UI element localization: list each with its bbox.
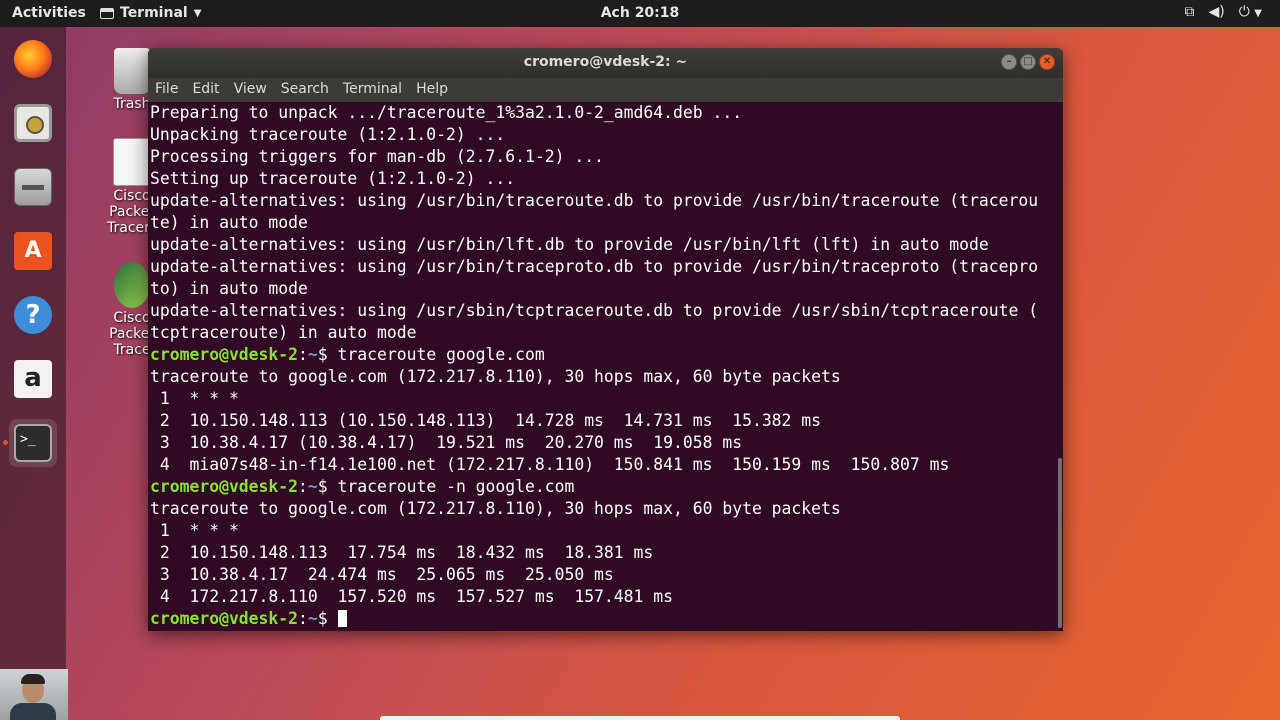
terminal-line: 2 10.150.148.113 17.754 ms 18.432 ms 18.… <box>150 543 654 562</box>
video-progress-bar <box>380 716 900 720</box>
command-input <box>328 609 338 628</box>
terminal-icon: >_ <box>14 424 52 462</box>
window-menubar: File Edit View Search Terminal Help <box>148 78 1063 102</box>
menu-help[interactable]: Help <box>409 78 455 102</box>
top-panel: Activities Terminal ▼ Ach 20:18 ⧉ ◀) ⏻ ▼ <box>0 0 1280 27</box>
chevron-down-icon: ▼ <box>193 7 202 19</box>
terminal-line: 3 10.38.4.17 24.474 ms 25.065 ms 25.050 … <box>150 565 614 584</box>
window-title: cromero@vdesk-2: ~ <box>523 54 688 70</box>
prompt-user: cromero@vdesk-2 <box>150 477 299 496</box>
prompt-separator: : <box>298 477 308 496</box>
document-icon <box>113 138 151 186</box>
prompt-separator: : <box>298 345 308 364</box>
terminal-line: to) in auto mode <box>150 279 308 298</box>
terminal-line: Processing triggers for man-db (2.7.6.1-… <box>150 147 604 166</box>
terminal-output[interactable]: Preparing to unpack .../traceroute_1%3a2… <box>150 102 1050 631</box>
prompt-path: ~ <box>307 477 318 496</box>
software-center-icon: A <box>14 232 52 270</box>
terminal-line: 4 172.217.8.110 157.520 ms 157.527 ms 15… <box>150 587 674 606</box>
terminal-line: Setting up traceroute (1:2.1.0-2) ... <box>150 169 516 188</box>
text-cursor <box>337 610 347 627</box>
network-icon[interactable]: ⧉ <box>1185 4 1195 20</box>
packet-tracer-icon <box>114 262 150 308</box>
app-menu-label: Terminal <box>120 5 188 21</box>
terminal-line: update-alternatives: using /usr/bin/trac… <box>150 191 1039 210</box>
terminal-line: 2 10.150.148.113 (10.150.148.113) 14.728… <box>150 411 822 430</box>
dock-software-center[interactable]: A <box>9 227 57 275</box>
terminal-prompt-line: cromero@vdesk-2:~$ traceroute google.com <box>150 344 1050 366</box>
maximize-icon[interactable]: □ <box>1020 54 1036 70</box>
menu-file[interactable]: File <box>148 78 185 102</box>
dock-terminal[interactable]: >_ <box>9 419 57 467</box>
menu-terminal[interactable]: Terminal <box>336 78 409 102</box>
activities-button[interactable]: Activities <box>12 5 86 21</box>
menu-edit[interactable]: Edit <box>185 78 226 102</box>
dock-rhythmbox[interactable] <box>9 99 57 147</box>
dock-amazon[interactable]: a <box>9 355 57 403</box>
terminal-line: traceroute to google.com (172.217.8.110)… <box>150 367 841 386</box>
terminal-line: Unpacking traceroute (1:2.1.0-2) ... <box>150 125 506 144</box>
dock-files[interactable] <box>9 163 57 211</box>
trash-icon <box>114 48 150 94</box>
prompt-symbol: $ <box>317 477 328 496</box>
webcam-overlay <box>0 669 68 720</box>
system-tray[interactable]: ⧉ ◀) ⏻ ▼ <box>1185 4 1262 20</box>
clock[interactable]: Ach 20:18 <box>601 5 680 21</box>
terminal-line: te) in auto mode <box>150 213 308 232</box>
terminal-line: update-alternatives: using /usr/bin/lft.… <box>150 235 989 254</box>
terminal-app-icon <box>100 7 114 19</box>
menu-view[interactable]: View <box>227 78 274 102</box>
terminal-prompt-line: cromero@vdesk-2:~$ traceroute -n google.… <box>150 476 1050 498</box>
amazon-icon: a <box>14 360 52 398</box>
terminal-line: 1 * * * <box>150 521 239 540</box>
prompt-path: ~ <box>307 345 318 364</box>
command-text: traceroute google.com <box>327 345 545 364</box>
power-icon[interactable]: ⏻ ▼ <box>1239 4 1262 20</box>
prompt-separator: : <box>298 609 308 628</box>
prompt-path: ~ <box>307 609 318 628</box>
prompt-user: cromero@vdesk-2 <box>150 609 299 628</box>
minimize-icon[interactable]: – <box>1001 54 1017 70</box>
terminal-line: 3 10.38.4.17 (10.38.4.17) 19.521 ms 20.2… <box>150 433 743 452</box>
dock: A ? a >_ <box>0 27 66 720</box>
help-icon: ? <box>14 296 52 334</box>
terminal-window[interactable]: cromero@vdesk-2: ~ – □ ✕ File Edit View … <box>148 48 1063 631</box>
prompt-user: cromero@vdesk-2 <box>150 345 299 364</box>
close-icon[interactable]: ✕ <box>1039 54 1055 70</box>
prompt-symbol: $ <box>317 609 328 628</box>
running-indicator <box>3 440 8 445</box>
firefox-icon <box>14 40 52 78</box>
terminal-line: Preparing to unpack .../traceroute_1%3a2… <box>150 103 743 122</box>
volume-icon[interactable]: ◀) <box>1209 4 1225 20</box>
files-icon <box>14 168 52 206</box>
scrollbar[interactable] <box>1058 458 1062 628</box>
prompt-symbol: $ <box>317 345 328 364</box>
dock-firefox[interactable] <box>9 35 57 83</box>
terminal-prompt-line: cromero@vdesk-2:~$ <box>150 608 1050 630</box>
terminal-line: 4 mia07s48-in-f14.1e100.net (172.217.8.1… <box>150 455 950 474</box>
terminal-line: tcptraceroute) in auto mode <box>150 323 417 342</box>
menu-search[interactable]: Search <box>274 78 336 102</box>
terminal-line: 1 * * * <box>150 389 239 408</box>
command-text: traceroute -n google.com <box>327 477 575 496</box>
dock-help[interactable]: ? <box>9 291 57 339</box>
window-titlebar[interactable]: cromero@vdesk-2: ~ – □ ✕ <box>148 48 1063 78</box>
app-menu-button[interactable]: Terminal ▼ <box>100 5 201 21</box>
rhythmbox-icon <box>14 104 52 142</box>
terminal-line: update-alternatives: using /usr/sbin/tcp… <box>150 301 1039 320</box>
terminal-line: traceroute to google.com (172.217.8.110)… <box>150 499 841 518</box>
terminal-line: update-alternatives: using /usr/bin/trac… <box>150 257 1039 276</box>
